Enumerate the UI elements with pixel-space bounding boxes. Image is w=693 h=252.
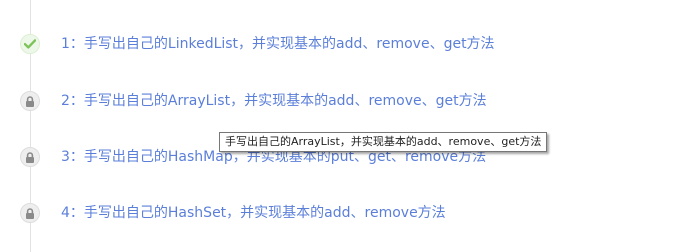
lock-icon — [20, 91, 40, 111]
lock-icon — [20, 147, 40, 167]
tooltip: 手写出自己的ArrayList，并实现基本的add、remove、get方法 — [219, 132, 548, 152]
lesson-item-2[interactable]: 2：手写出自己的ArrayList，并实现基本的add、remove、get方法 — [0, 86, 560, 116]
lesson-item-1[interactable]: 1：手写出自己的LinkedList，并实现基本的add、remove、get方… — [0, 29, 560, 59]
lock-icon — [20, 203, 40, 223]
lesson-title-2[interactable]: 2：手写出自己的ArrayList，并实现基本的add、remove、get方法 — [61, 91, 487, 111]
check-icon — [20, 34, 40, 54]
lesson-title-4[interactable]: 4：手写出自己的HashSet，并实现基本的add、remove方法 — [61, 203, 446, 223]
lesson-item-4[interactable]: 4：手写出自己的HashSet，并实现基本的add、remove方法 — [0, 198, 560, 228]
lesson-title-1[interactable]: 1：手写出自己的LinkedList，并实现基本的add、remove、get方… — [61, 34, 495, 54]
